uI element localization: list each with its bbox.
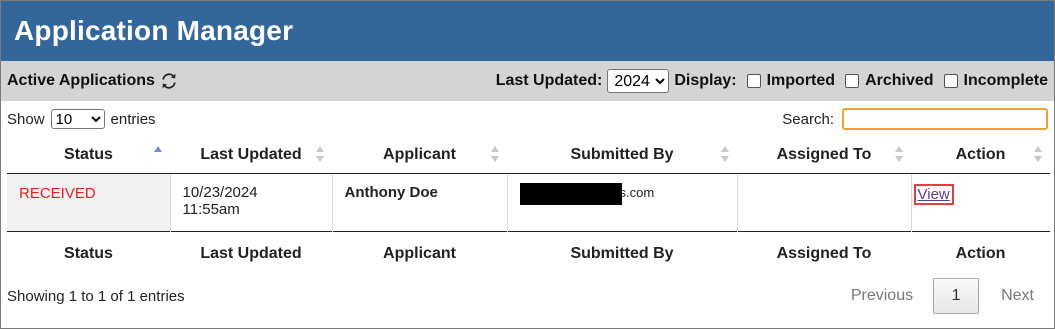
last-updated-label: Last Updated: [495, 72, 603, 89]
column-header-applicant[interactable]: Applicant [332, 137, 507, 174]
footer-header-submitted-by: Submitted By [507, 231, 737, 276]
sort-ascending-icon [154, 146, 162, 162]
sort-icon [316, 146, 324, 162]
applications-table: Status Last Updated Applicant Submitted … [7, 137, 1050, 276]
toolbar-filters: Last Updated: 2024 Display: Imported Arc… [496, 69, 1048, 93]
table-header-row: Status Last Updated Applicant Submitted … [7, 137, 1050, 174]
sort-icon [1034, 146, 1042, 162]
active-applications-label: Active Applications [7, 72, 155, 89]
footer-header-last-updated: Last Updated [170, 231, 332, 276]
assigned-to-cell [736, 173, 911, 232]
column-header-assigned-to[interactable]: Assigned To [737, 137, 911, 174]
imported-checkbox[interactable]: Imported [746, 72, 836, 90]
active-applications-group: Active Applications [7, 72, 178, 90]
footer-header-status: Status [7, 231, 170, 276]
last-updated-date: 10/23/2024 [182, 184, 258, 201]
sort-icon [895, 146, 903, 162]
archived-checkbox[interactable]: Archived [845, 72, 934, 90]
entries-label: entries [110, 110, 156, 128]
previous-button[interactable]: Previous [851, 287, 913, 305]
incomplete-checkbox[interactable]: Incomplete [943, 72, 1048, 90]
column-header-status[interactable]: Status [7, 137, 170, 174]
table-footer-row: Status Last Updated Applicant Submitted … [7, 231, 1050, 276]
table-row: RECEIVED 10/23/2024 11:55am Anthony Doe … [7, 173, 1050, 232]
sort-icon [491, 146, 499, 162]
entries-select[interactable]: 10 [50, 109, 105, 129]
column-header-last-updated[interactable]: Last Updated [170, 137, 332, 174]
incomplete-label: Incomplete [963, 72, 1048, 89]
status-cell: RECEIVED [7, 173, 170, 232]
page-1-button[interactable]: 1 [933, 278, 980, 314]
incomplete-checkbox-box[interactable] [943, 74, 958, 88]
footer-header-applicant: Applicant [332, 231, 507, 276]
archived-checkbox-box[interactable] [845, 74, 860, 88]
search-group: Search: [782, 108, 1048, 130]
table-footer: Showing 1 to 1 of 1 entries Previous 1 N… [1, 276, 1054, 316]
redacted-email [519, 183, 622, 205]
pagination: Previous 1 Next [851, 278, 1048, 314]
entries-info: Showing 1 to 1 of 1 entries [7, 287, 185, 305]
display-label: Display: [674, 72, 737, 89]
show-label: Show [7, 110, 45, 128]
app-header: Application Manager [1, 1, 1054, 61]
column-header-action[interactable]: Action [911, 137, 1050, 174]
table-controls: Show 10 entries Search: [1, 101, 1054, 137]
view-link[interactable]: View [913, 184, 954, 205]
imported-label: Imported [766, 72, 836, 89]
search-label: Search: [782, 110, 834, 128]
last-updated-cell: 10/23/2024 11:55am [169, 173, 332, 232]
toolbar: Active Applications Last Updated: 2024 D… [1, 61, 1054, 101]
footer-header-assigned-to: Assigned To [737, 231, 911, 276]
year-select[interactable]: 2024 [607, 69, 670, 93]
archived-label: Archived [865, 72, 934, 89]
column-header-submitted-by[interactable]: Submitted By [507, 137, 737, 174]
search-input[interactable] [842, 108, 1048, 130]
sort-icon [721, 146, 729, 162]
last-updated-time: 11:55am [182, 201, 240, 218]
app-window: Application Manager Active Applications … [0, 0, 1055, 329]
imported-checkbox-box[interactable] [746, 74, 761, 88]
applicant-cell: Anthony Doe [331, 173, 507, 232]
action-cell: View [910, 173, 1050, 232]
submitted-by-cell: s.com [506, 173, 737, 232]
next-button[interactable]: Next [1001, 287, 1034, 305]
footer-header-action: Action [911, 231, 1050, 276]
page-title: Application Manager [14, 15, 294, 46]
refresh-icon[interactable] [160, 72, 178, 90]
email-suffix: s.com [619, 185, 655, 200]
